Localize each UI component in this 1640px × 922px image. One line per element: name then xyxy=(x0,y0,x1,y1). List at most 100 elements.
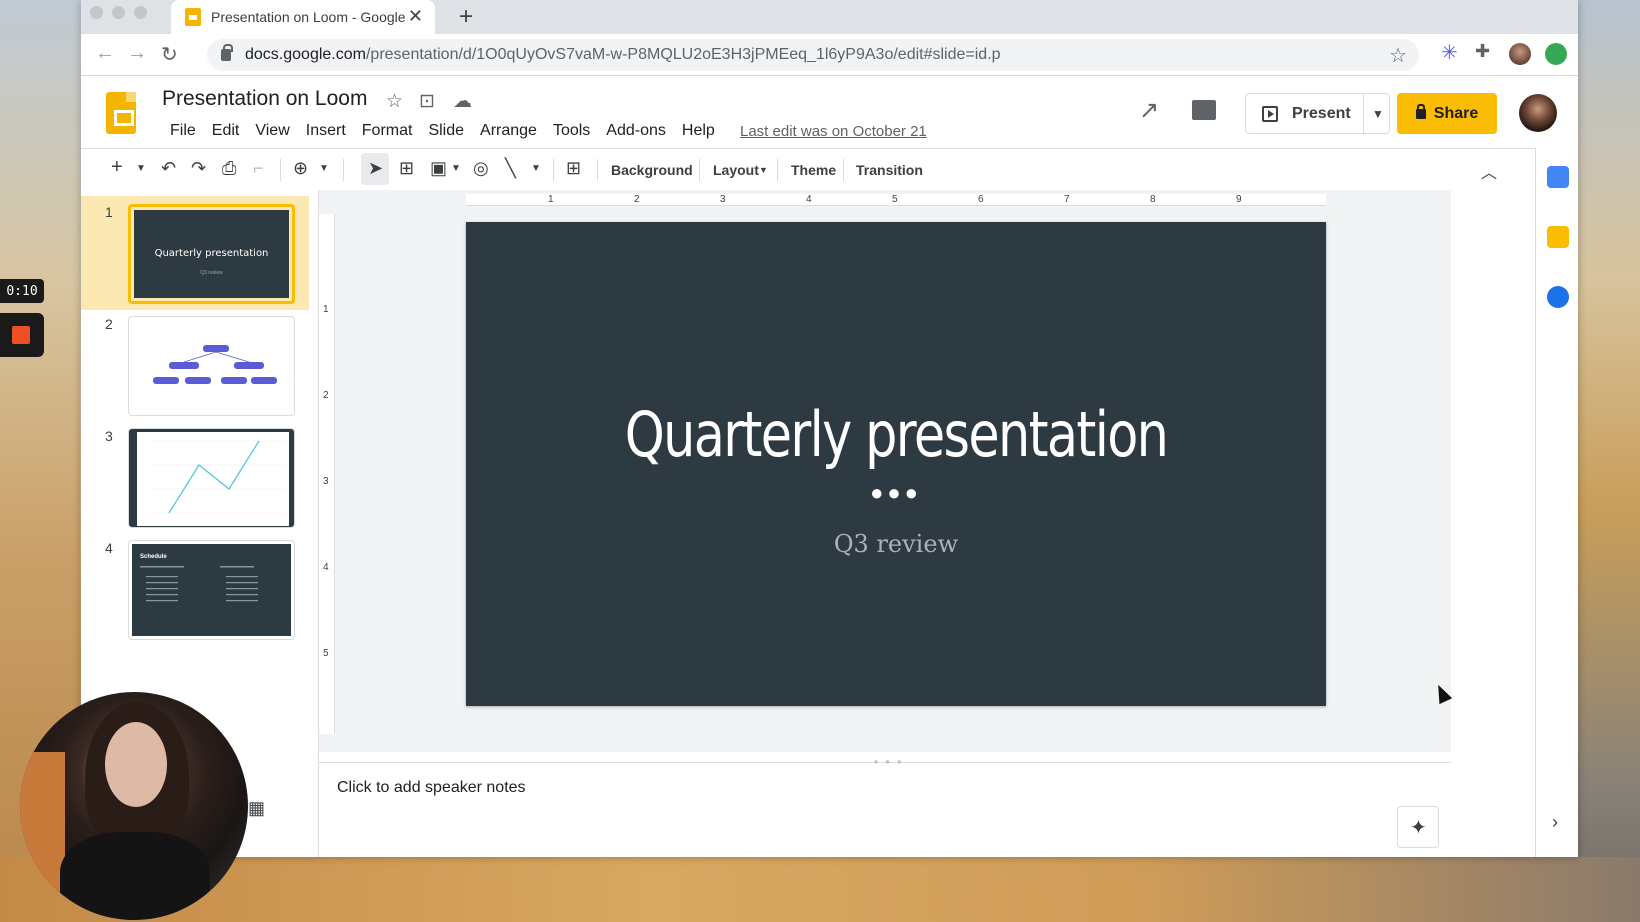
menu-file[interactable]: File xyxy=(162,122,204,140)
menu-bar: File Edit View Insert Format Slide Arran… xyxy=(162,122,723,140)
zoom-dropdown-icon[interactable]: ▼ xyxy=(319,163,329,174)
grid-view-icon[interactable]: ▦ xyxy=(248,798,265,819)
line-dropdown-icon[interactable]: ▼ xyxy=(531,163,541,174)
print-icon[interactable]: ⎙ xyxy=(222,158,236,179)
add-comment-icon[interactable]: ⊞ xyxy=(566,158,581,179)
new-tab-button[interactable]: + xyxy=(459,3,473,31)
notes-resize-handle[interactable]: • • • xyxy=(874,755,903,769)
extension-snowflake-icon[interactable]: ✳ xyxy=(1441,40,1463,64)
star-icon[interactable]: ☆ xyxy=(386,90,403,113)
webcam-background xyxy=(20,752,65,892)
expand-panel-chevron-icon[interactable]: › xyxy=(1552,812,1558,833)
toolbar-divider xyxy=(699,159,700,181)
slide-canvas-area: 1 2 3 4 5 6 7 8 9 1 2 3 4 5 Quarterly pr… xyxy=(319,190,1453,752)
paint-format-icon[interactable]: ⌐ xyxy=(253,158,264,179)
side-panel: › xyxy=(1535,148,1578,857)
layout-button[interactable]: Layout xyxy=(713,162,759,178)
menu-help[interactable]: Help xyxy=(674,122,723,140)
lock-icon xyxy=(221,44,233,61)
url-input[interactable]: docs.google.com/presentation/d/1O0qUyOvS… xyxy=(207,39,1419,71)
ruler-number: 4 xyxy=(323,562,329,573)
slide-thumbnail-2[interactable] xyxy=(128,316,295,416)
move-folder-icon[interactable]: ⊡ xyxy=(419,90,435,113)
profile-icon[interactable] xyxy=(1509,43,1531,65)
transition-button[interactable]: Transition xyxy=(856,162,923,178)
document-title[interactable]: Presentation on Loom xyxy=(162,87,367,111)
present-button[interactable]: Present ▼ xyxy=(1245,93,1390,134)
bookmark-star-icon[interactable]: ☆ xyxy=(1389,43,1407,68)
keep-icon[interactable] xyxy=(1547,226,1569,248)
desktop-background-right xyxy=(1570,0,1640,922)
select-cursor-icon[interactable]: ➤ xyxy=(368,158,383,179)
menu-insert[interactable]: Insert xyxy=(298,122,354,140)
collapse-chevron-up-icon[interactable]: ︿ xyxy=(1481,159,1497,183)
ruler-number: 8 xyxy=(1150,194,1156,205)
slide-thumbnail-3[interactable] xyxy=(128,428,295,528)
close-window-button[interactable] xyxy=(90,6,103,19)
tasks-icon[interactable] xyxy=(1547,286,1569,308)
menu-arrange[interactable]: Arrange xyxy=(472,122,545,140)
slide-subtitle[interactable]: Q3 review xyxy=(466,530,1326,558)
image-icon[interactable]: ▣ xyxy=(430,158,447,179)
cloud-status-icon[interactable]: ☁ xyxy=(453,90,472,113)
explore-button[interactable] xyxy=(1397,806,1439,848)
menu-view[interactable]: View xyxy=(247,122,297,140)
menu-addons[interactable]: Add-ons xyxy=(598,122,674,140)
menu-tools[interactable]: Tools xyxy=(545,122,598,140)
share-lock-icon xyxy=(1415,103,1426,119)
slide-thumbnail-4[interactable]: Schedule xyxy=(128,540,295,640)
ruler-number: 3 xyxy=(720,194,726,205)
last-edit-link[interactable]: Last edit was on October 21 xyxy=(740,123,927,140)
loom-webcam-bubble[interactable] xyxy=(20,692,248,920)
slide-number: 1 xyxy=(105,204,113,220)
back-icon[interactable]: ← xyxy=(95,42,115,65)
text-box-icon[interactable]: ⊞ xyxy=(399,158,414,179)
comment-history-icon[interactable] xyxy=(1192,100,1216,120)
ruler-number: 2 xyxy=(323,390,329,401)
redo-icon[interactable]: ↷ xyxy=(191,158,206,179)
maximize-window-button[interactable] xyxy=(134,6,147,19)
tab-title: Presentation on Loom - Google xyxy=(211,9,406,25)
layout-dropdown-icon[interactable]: ▼ xyxy=(759,165,768,175)
calendar-icon[interactable] xyxy=(1547,166,1569,188)
ruler-number: 7 xyxy=(1064,194,1070,205)
speaker-notes-placeholder[interactable]: Click to add speaker notes xyxy=(337,779,526,797)
current-slide[interactable]: Quarterly presentation ●●● Q3 review xyxy=(466,222,1326,706)
line-icon[interactable]: ╲ xyxy=(505,158,516,179)
toolbar-divider xyxy=(280,159,281,181)
extensions-puzzle-icon[interactable]: ✚ xyxy=(1475,41,1497,63)
browser-tab[interactable]: Presentation on Loom - Google ✕ xyxy=(171,0,435,34)
minimize-window-button[interactable] xyxy=(112,6,125,19)
ruler-number: 1 xyxy=(548,194,554,205)
background-button[interactable]: Background xyxy=(611,162,693,178)
new-slide-plus-icon[interactable]: + xyxy=(111,156,123,179)
slide-title[interactable]: Quarterly presentation xyxy=(543,398,1248,471)
speaker-notes-panel[interactable]: • • • Click to add speaker notes xyxy=(319,755,1451,857)
zoom-icon[interactable]: ⊕ xyxy=(293,158,308,179)
slides-logo-icon[interactable] xyxy=(106,92,136,134)
activity-dashboard-icon[interactable]: ↗ xyxy=(1139,96,1159,125)
browser-window: Presentation on Loom - Google ✕ + ← → ↻ … xyxy=(81,0,1578,857)
loom-recording-timer: 0:10 xyxy=(0,279,44,303)
menu-slide[interactable]: Slide xyxy=(420,122,472,140)
extension-green-icon[interactable] xyxy=(1545,43,1567,65)
tab-close-icon[interactable]: ✕ xyxy=(408,6,423,27)
image-dropdown-icon[interactable]: ▼ xyxy=(451,163,461,174)
new-slide-dropdown-icon[interactable]: ▼ xyxy=(136,163,146,174)
slide-thumbnail-1[interactable]: Quarterly presentation Q3 review xyxy=(128,204,295,304)
account-avatar[interactable] xyxy=(1519,94,1557,132)
undo-icon[interactable]: ↶ xyxy=(161,158,176,179)
reload-icon[interactable]: ↻ xyxy=(161,42,178,67)
loom-stop-button[interactable] xyxy=(0,313,44,357)
menu-format[interactable]: Format xyxy=(354,122,421,140)
toolbar-divider xyxy=(843,159,844,181)
theme-button[interactable]: Theme xyxy=(791,162,836,178)
share-button[interactable]: Share xyxy=(1397,93,1497,134)
shape-icon[interactable]: ◎ xyxy=(473,158,489,179)
forward-icon[interactable]: → xyxy=(127,42,147,65)
toolbar-divider xyxy=(597,159,598,181)
tab-bar: Presentation on Loom - Google ✕ + xyxy=(81,0,1578,34)
address-bar: ← → ↻ docs.google.com/presentation/d/1O0… xyxy=(81,34,1578,76)
menu-edit[interactable]: Edit xyxy=(204,122,248,140)
present-dropdown-icon[interactable]: ▼ xyxy=(1372,107,1384,121)
